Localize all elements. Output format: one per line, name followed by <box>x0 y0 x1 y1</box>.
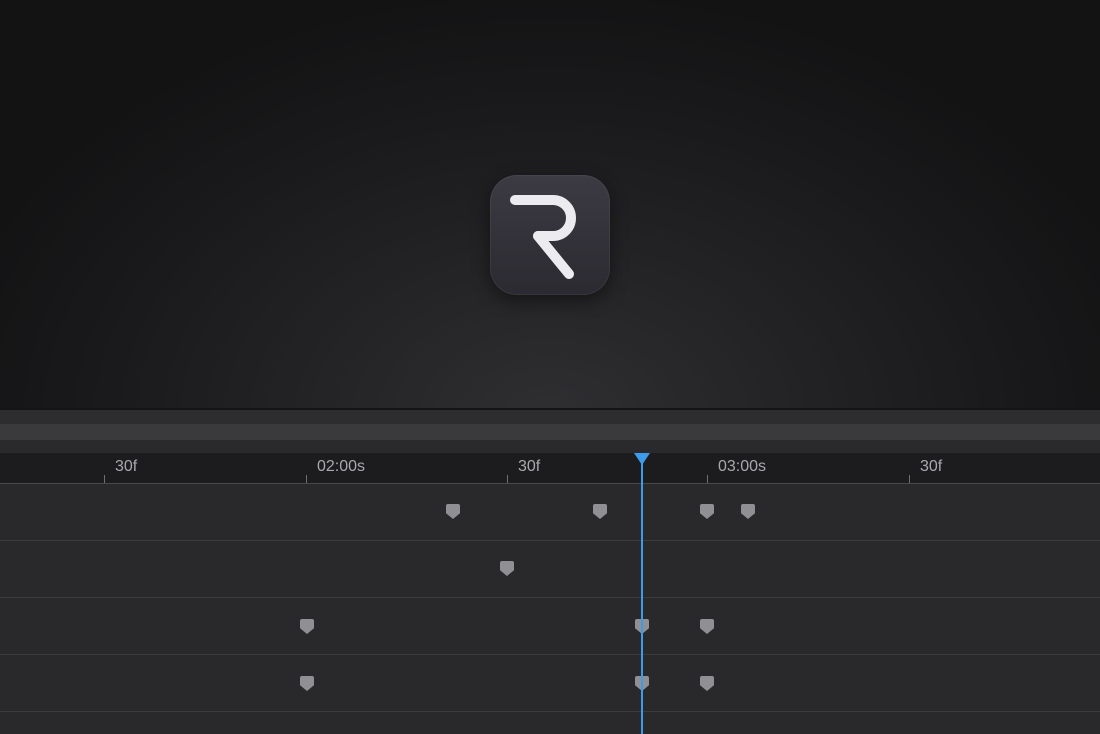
track-row-4[interactable] <box>0 655 1100 712</box>
playhead-line[interactable] <box>641 463 643 734</box>
ruler-tick <box>507 475 508 483</box>
ruler-tick <box>104 475 105 483</box>
r-letter-icon <box>510 195 576 279</box>
track-row-1[interactable] <box>0 484 1100 541</box>
track-row-5[interactable] <box>0 712 1100 734</box>
ruler-tick <box>306 475 307 483</box>
ruler-tick <box>707 475 708 483</box>
timeline-header-strip <box>0 440 1100 453</box>
ruler-label: 03:00s <box>718 458 767 475</box>
timeline-toolbar <box>0 410 1100 424</box>
track-row-2[interactable] <box>0 541 1100 598</box>
ruler-label: 30f <box>518 458 541 475</box>
ruler-label: 30f <box>920 458 943 475</box>
playhead-handle-icon[interactable] <box>634 453 650 465</box>
ruler-tick <box>909 475 910 483</box>
r-app-icon <box>490 175 610 295</box>
ruler-label: 02:00s <box>317 458 366 475</box>
track-row-3[interactable] <box>0 598 1100 655</box>
timeline-scrollbar[interactable] <box>0 424 1100 440</box>
app-window: 30f 02:00s 30f 03:00s 30f <box>0 0 1100 734</box>
ruler-label: 30f <box>115 458 138 475</box>
preview-canvas <box>0 0 1100 410</box>
